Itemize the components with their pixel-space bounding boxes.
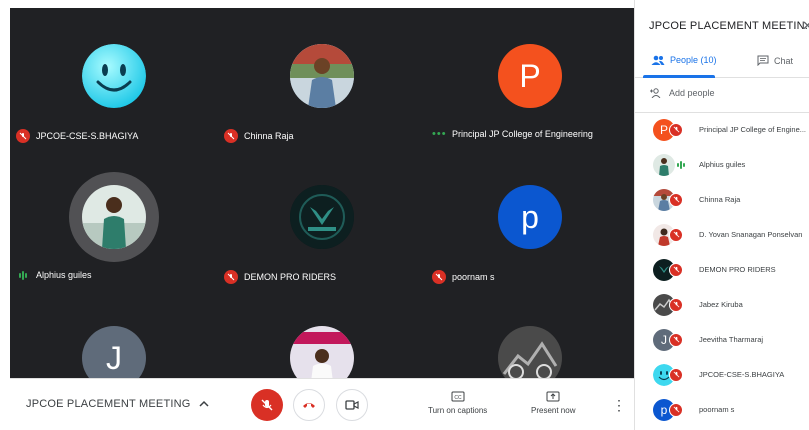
participant-name: DEMON PRO RIDERS [244, 272, 337, 282]
photo-man-standing [82, 185, 146, 249]
participant-row[interactable]: p poornam s [635, 392, 809, 427]
participant-name: D. Yovan Snanagan Ponselvan [699, 230, 803, 239]
mic-off-icon [16, 129, 30, 143]
tab-chat-label: Chat [774, 55, 794, 66]
participant-name: Jabez Kiruba [699, 300, 743, 309]
meeting-title: JPCOE PLACEMENT MEETING [26, 398, 191, 410]
add-people-button[interactable]: Add people [649, 88, 715, 98]
svg-text:CC: CC [454, 395, 462, 401]
mic-toggle-button[interactable] [251, 389, 283, 421]
logo-demon [290, 185, 354, 249]
leave-call-button[interactable] [293, 389, 325, 421]
meeting-details-toggle[interactable]: JPCOE PLACEMENT MEETING [26, 398, 209, 410]
close-icon[interactable]: ✕ [802, 18, 809, 34]
captions-label: Turn on captions [428, 406, 488, 415]
participant-row[interactable]: JPCOE-CSE-S.BHAGIYA [635, 357, 809, 392]
participant-name: JPCOE-CSE-S.BHAGIYA [36, 131, 139, 141]
participant-label: Alphius guiles [16, 270, 92, 280]
mic-off-icon [669, 262, 683, 277]
present-icon [546, 391, 560, 402]
avatar-letter: P [498, 44, 562, 108]
participant-name: Alphius guiles [36, 270, 92, 280]
audio-level-icon [677, 160, 685, 169]
participant-row[interactable]: Alphius guiles [635, 147, 809, 182]
participant-tile[interactable]: J [10, 290, 218, 378]
photo-man-banner [290, 326, 354, 378]
video-grid: JPCOE-CSE-S.BHAGIYA Chinna Raja P ••• Pr… [10, 8, 634, 378]
participant-name: Chinna Raja [244, 131, 294, 141]
participant-name: poornam s [452, 272, 495, 282]
meeting-controls-bar: JPCOE PLACEMENT MEETING CC Turn on capti… [10, 378, 634, 430]
participant-tile[interactable]: Chinna Raja [218, 8, 426, 143]
photo-moto [498, 326, 562, 378]
mic-off-icon [224, 270, 238, 284]
participant-row[interactable]: Chinna Raja [635, 182, 809, 217]
camera-icon [345, 400, 359, 410]
participant-tile[interactable]: JPCOE-CSE-S.BHAGIYA [10, 8, 218, 143]
add-people-label: Add people [669, 88, 715, 98]
hang-up-icon [303, 403, 315, 408]
avatar-letter: p [498, 185, 562, 249]
add-person-icon [650, 88, 661, 98]
more-options-icon[interactable]: ⋮ [612, 397, 626, 414]
mic-off-icon [669, 192, 683, 207]
participant-name: poornam s [699, 405, 735, 414]
participant-row[interactable]: D. Yovan Snanagan Ponselvan [635, 217, 809, 252]
participant-label: Chinna Raja [224, 129, 294, 143]
participant-row[interactable]: Jabez Kiruba [635, 287, 809, 322]
participant-label: DEMON PRO RIDERS [224, 270, 336, 284]
photo-man-outdoor [290, 44, 354, 108]
captions-icon: CC [451, 391, 465, 402]
participant-name: JPCOE-CSE-S.BHAGIYA [699, 370, 785, 379]
participant-tile[interactable]: DEMON PRO RIDERS [218, 149, 426, 284]
present-now-button[interactable]: Present now [531, 391, 575, 415]
captions-button[interactable]: CC Turn on captions [428, 391, 487, 415]
mic-off-icon [669, 122, 683, 137]
mic-off-icon [669, 297, 683, 312]
participant-row[interactable]: J Jeevitha Tharmaraj [635, 322, 809, 357]
smiley-icon [82, 44, 146, 108]
mic-off-icon [669, 332, 683, 347]
participant-tile[interactable]: P ••• Principal JP College of Engineerin… [426, 8, 634, 140]
camera-toggle-button[interactable] [336, 389, 368, 421]
chevron-up-icon [199, 400, 209, 407]
mic-off-icon [224, 129, 238, 143]
participant-label: JPCOE-CSE-S.BHAGIYA [16, 129, 138, 143]
chat-icon [757, 55, 769, 66]
mic-off-icon [432, 270, 446, 284]
more-dots-icon: ••• [432, 128, 447, 140]
tab-chat[interactable]: Chat [757, 55, 793, 66]
avatar-letter: J [82, 326, 146, 378]
participant-name: Chinna Raja [699, 195, 741, 204]
participant-name: Principal JP College of Engine... [699, 125, 807, 134]
tab-people[interactable]: People (10) [651, 55, 717, 65]
present-label: Present now [531, 406, 576, 415]
audio-level-icon [16, 270, 30, 280]
people-icon [651, 55, 665, 65]
participant-name: DEMON PRO RIDERS [699, 265, 776, 274]
mic-off-icon [669, 227, 683, 242]
mic-off-icon [261, 399, 273, 411]
active-tab-indicator [643, 75, 715, 78]
people-panel: JPCOE PLACEMENT MEETIN... ✕ People (10) … [634, 0, 809, 430]
panel-tabs: People (10) Chat [635, 50, 809, 78]
participant-tile[interactable] [218, 290, 426, 378]
panel-title: JPCOE PLACEMENT MEETIN... [649, 20, 809, 32]
mic-off-icon [669, 402, 683, 417]
participant-name: Jeevitha Tharmaraj [699, 335, 764, 344]
participant-row[interactable]: P Principal JP College of Engine... [635, 112, 809, 147]
participant-label: poornam s [432, 270, 495, 284]
participant-tile[interactable] [426, 290, 634, 378]
participant-label: ••• Principal JP College of Engineering [432, 128, 593, 140]
participant-name: Principal JP College of Engineering [452, 129, 593, 139]
avatar [653, 153, 675, 176]
tab-people-label: People (10) [670, 55, 717, 65]
participant-row[interactable]: DEMON PRO RIDERS [635, 252, 809, 287]
participant-tile[interactable]: p poornam s [426, 149, 634, 284]
participant-tile[interactable]: Alphius guiles [10, 149, 218, 280]
mic-off-icon [669, 367, 683, 382]
participant-name: Alphius guiles [699, 160, 746, 169]
